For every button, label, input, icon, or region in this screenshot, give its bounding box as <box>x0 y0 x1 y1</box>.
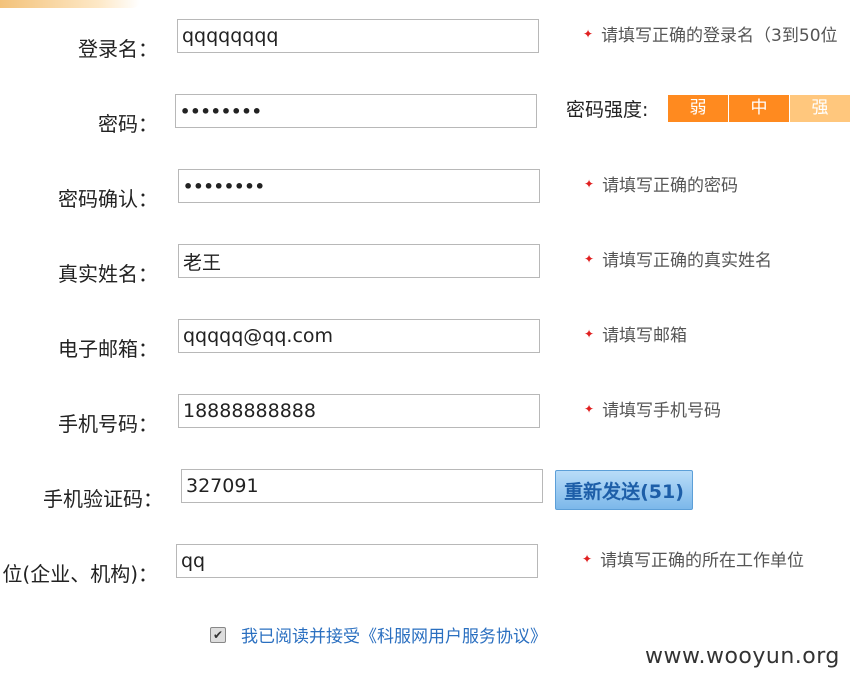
confirm-password-hint: ✦ 请填写正确的密码 <box>584 171 738 196</box>
header-decoration <box>0 0 140 8</box>
phone-input[interactable]: 18888888888 <box>178 394 540 428</box>
realname-hint-text: 请填写正确的真实姓名 <box>602 251 773 271</box>
organization-input[interactable]: qq <box>176 544 538 578</box>
confirm-hint-text: 请填写正确的密码 <box>602 176 739 196</box>
realname-input[interactable]: 老王 <box>178 244 540 278</box>
sms-code-label: 手机验证码： <box>43 487 163 511</box>
agreement-link[interactable]: 我已阅读并接受《科服网用户服务协议》 <box>241 622 547 647</box>
realname-label: 真实姓名： <box>58 262 158 286</box>
email-hint: ✦ 请填写邮箱 <box>584 321 687 346</box>
password-strength-meter: 弱 中 强 <box>668 95 850 122</box>
confirm-password-label: 密码确认： <box>58 187 158 211</box>
password-strength-label: 密码强度: <box>566 99 649 121</box>
watermark: www.wooyun.org <box>645 644 840 669</box>
organization-hint-text: 请填写正确的所在工作单位 <box>600 551 805 571</box>
strength-weak: 弱 <box>668 95 728 122</box>
email-input[interactable]: qqqqq@qq.com <box>178 319 540 353</box>
required-star-icon: ✦ <box>584 176 595 191</box>
login-hint: ✦ 请填写正确的登录名（3到50位 <box>583 21 838 46</box>
phone-label: 手机号码： <box>58 412 158 436</box>
agreement-row: ✔ 我已阅读并接受《科服网用户服务协议》 <box>210 622 547 647</box>
phone-hint: ✦ 请填写手机号码 <box>584 396 721 421</box>
phone-hint-text: 请填写手机号码 <box>602 401 722 421</box>
login-hint-text: 请填写正确的登录名（3到50位 <box>601 26 838 46</box>
realname-hint: ✦ 请填写正确的真实姓名 <box>584 246 772 271</box>
required-star-icon: ✦ <box>583 26 594 41</box>
required-star-icon: ✦ <box>584 251 595 266</box>
login-input[interactable]: qqqqqqqq <box>177 19 539 53</box>
email-label: 电子邮箱： <box>58 337 158 361</box>
resend-code-button[interactable]: 重新发送(51) <box>555 470 693 510</box>
agreement-checkbox[interactable]: ✔ <box>210 626 226 643</box>
login-label: 登录名： <box>78 37 158 61</box>
strength-medium: 中 <box>729 95 789 122</box>
required-star-icon: ✦ <box>584 326 595 341</box>
password-input[interactable]: •••••••• <box>175 94 537 128</box>
organization-hint: ✦ 请填写正确的所在工作单位 <box>582 546 804 571</box>
password-label: 密码： <box>98 112 158 136</box>
required-star-icon: ✦ <box>584 401 595 416</box>
strength-strong: 强 <box>790 95 850 122</box>
required-star-icon: ✦ <box>582 551 593 566</box>
email-hint-text: 请填写邮箱 <box>602 326 688 346</box>
organization-label: 位(企业、机构)： <box>2 562 158 586</box>
confirm-password-input[interactable]: •••••••• <box>178 169 540 203</box>
sms-code-input[interactable]: 327091 <box>181 469 543 503</box>
